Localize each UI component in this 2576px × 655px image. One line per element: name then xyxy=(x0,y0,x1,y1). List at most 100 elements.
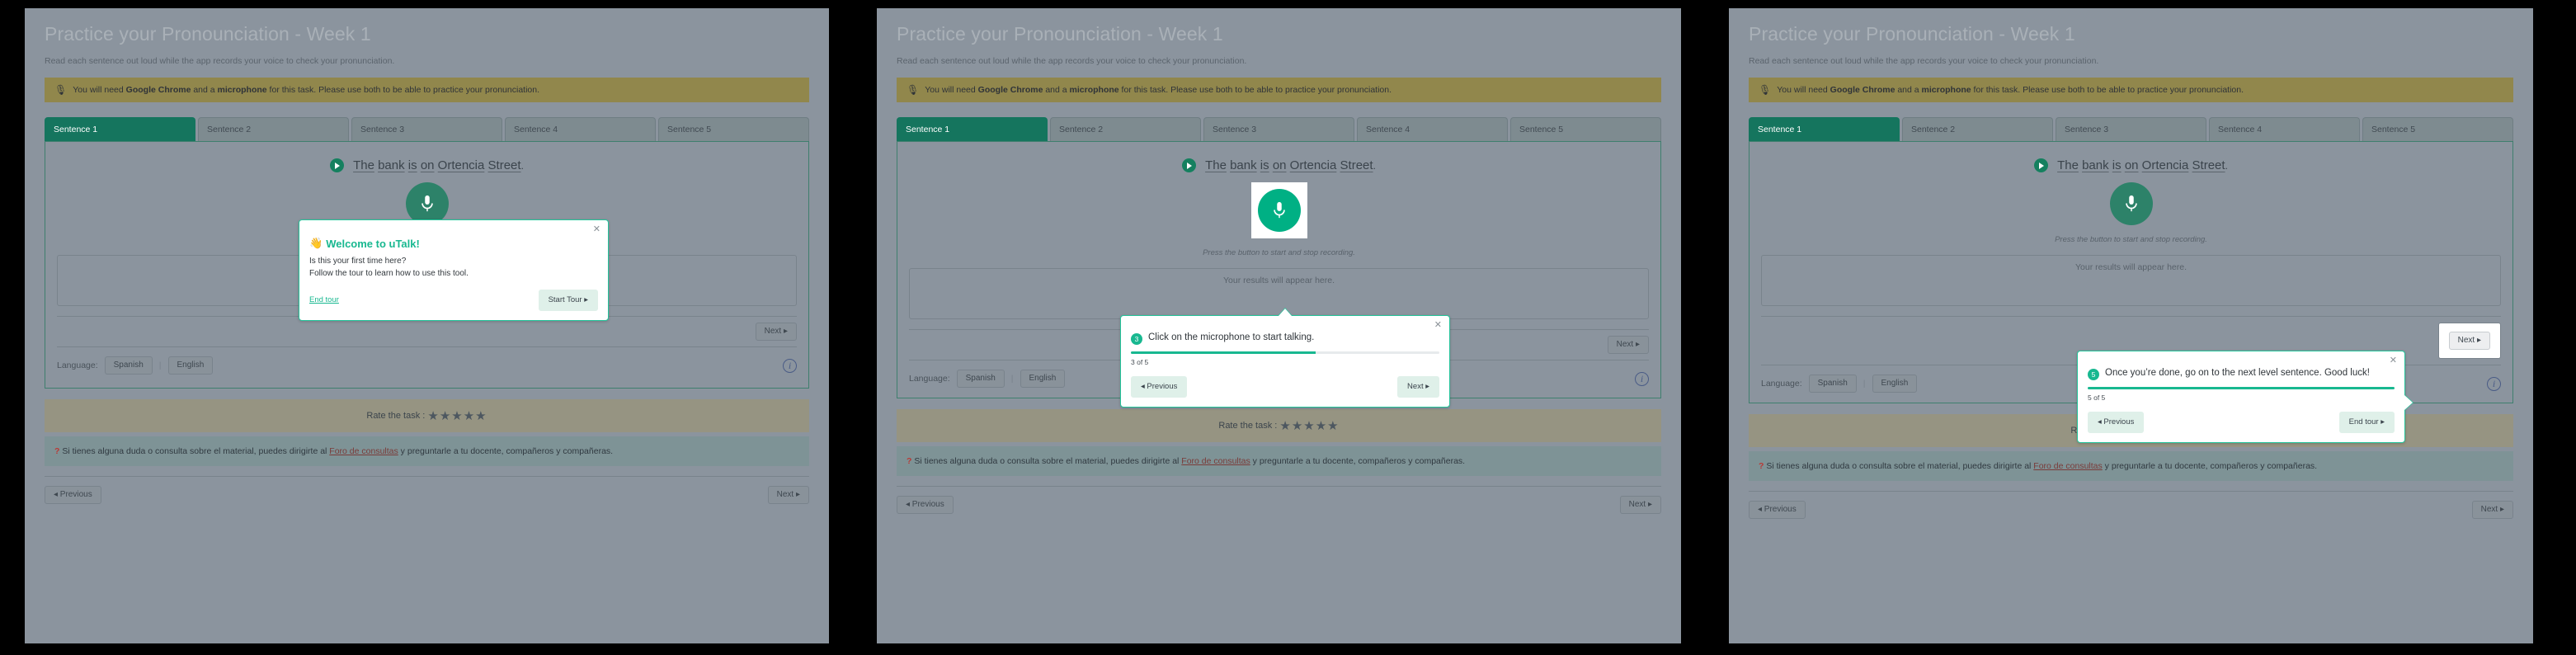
exercise-next-button[interactable]: Next ▸ xyxy=(2448,332,2490,350)
tab-sentence-4[interactable]: Sentence 4 xyxy=(505,117,656,141)
microphone-icon: 🎙 xyxy=(54,84,68,96)
tour-previous-button[interactable]: ◂ Previous xyxy=(2088,412,2145,433)
tour-end-tour-button[interactable]: End tour ▸ xyxy=(2338,412,2395,433)
language-option-english[interactable]: English xyxy=(1020,370,1066,388)
end-tour-link[interactable]: End tour xyxy=(309,295,339,304)
microphone-button[interactable] xyxy=(2109,182,2153,225)
tour-popup-step5: ✕ 5 Once you’re done, go on to the next … xyxy=(2077,351,2413,443)
info-icon[interactable]: i xyxy=(783,358,797,373)
tab-sentence-1[interactable]: Sentence 1 xyxy=(1749,117,1900,141)
footer-nav: ◂ Previous Next ▸ xyxy=(45,476,809,504)
sentence-text: The bank is on Ortencia Street. xyxy=(2057,158,2228,172)
footer-nav: ◂ Previous Next ▸ xyxy=(1749,491,2513,519)
rating-stars[interactable]: ★★★★★ xyxy=(427,409,487,423)
sentence-tabs[interactable]: Sentence 1 Sentence 2 Sentence 3 Sentenc… xyxy=(45,117,809,141)
info-icon[interactable]: i xyxy=(2487,376,2501,391)
language-label: Language: xyxy=(1761,379,1802,389)
waving-hand-icon: 👋 xyxy=(309,237,323,249)
sentence-text: The bank is on Ortencia Street. xyxy=(353,158,524,172)
forum-link[interactable]: Foro de consultas xyxy=(329,446,398,456)
sentence-tabs[interactable]: Sentence 1 Sentence 2 Sentence 3 Sentenc… xyxy=(897,117,1661,141)
tour-step5-head: 5 Once you’re done, go on to the next le… xyxy=(2088,367,2395,380)
tour-progress-fill xyxy=(2088,387,2395,389)
footer-next-button[interactable]: Next ▸ xyxy=(767,486,809,504)
results-placeholder: Your results will appear here. xyxy=(2074,262,2187,272)
tour-welcome-actions: End tour Start Tour ▸ xyxy=(309,290,598,311)
info-icon[interactable]: i xyxy=(1635,371,1649,386)
requirements-notice: 🎙 You will need Google Chrome and a micr… xyxy=(897,78,1661,102)
sentence-tabs[interactable]: Sentence 1 Sentence 2 Sentence 3 Sentenc… xyxy=(1749,117,2513,141)
tour-welcome-title-row: 👋 Welcome to uTalk! xyxy=(309,237,598,250)
tab-sentence-5[interactable]: Sentence 5 xyxy=(2362,117,2513,141)
rate-task-label: Rate the task : xyxy=(1218,421,1278,431)
play-circle-icon[interactable] xyxy=(2034,158,2049,172)
close-icon[interactable]: ✕ xyxy=(2390,356,2397,365)
sentence-row: The bank is on Ortencia Street. xyxy=(909,158,1649,172)
tab-sentence-3[interactable]: Sentence 3 xyxy=(1203,117,1354,141)
page-subtitle: Read each sentence out loud while the ap… xyxy=(897,56,1247,66)
panel-welcome: Practice your Pronounciation - Week 1 Re… xyxy=(0,0,852,655)
tour-progress-label: 3 of 5 xyxy=(1131,358,1149,366)
notice-text: You will need Google Chrome and a microp… xyxy=(1777,85,2244,95)
footer-previous-button[interactable]: ◂ Previous xyxy=(45,486,101,504)
start-tour-button[interactable]: Start Tour ▸ xyxy=(538,290,598,311)
play-circle-icon[interactable] xyxy=(330,158,345,172)
close-icon[interactable]: ✕ xyxy=(593,225,600,234)
page-title: Practice your Pronounciation - Week 1 xyxy=(1749,23,2075,45)
results-placeholder: Your results will appear here. xyxy=(1222,276,1335,285)
tour-step-number: 3 xyxy=(1131,333,1142,345)
tab-sentence-3[interactable]: Sentence 3 xyxy=(351,117,502,141)
language-option-english[interactable]: English xyxy=(1872,375,1918,393)
tour-step3-head: 3 Click on the microphone to start talki… xyxy=(1131,332,1439,345)
tab-sentence-4[interactable]: Sentence 4 xyxy=(2209,117,2360,141)
forum-link[interactable]: Foro de consultas xyxy=(2033,461,2102,471)
sentence-row: The bank is on Ortencia Street. xyxy=(57,158,797,172)
language-option-spanish[interactable]: Spanish xyxy=(956,370,1005,388)
tab-sentence-2[interactable]: Sentence 2 xyxy=(1050,117,1201,141)
tab-sentence-5[interactable]: Sentence 5 xyxy=(1510,117,1661,141)
play-circle-icon[interactable] xyxy=(1182,158,1197,172)
tab-sentence-4[interactable]: Sentence 4 xyxy=(1357,117,1508,141)
footer-previous-button[interactable]: ◂ Previous xyxy=(897,496,954,514)
screenshot-strip: Practice your Pronounciation - Week 1 Re… xyxy=(0,0,2576,655)
close-icon[interactable]: ✕ xyxy=(1434,321,1442,330)
microphone-icon xyxy=(1273,201,1285,219)
exercise-next-button-spotlight[interactable]: Next ▸ xyxy=(2437,323,2501,359)
tour-previous-button[interactable]: ◂ Previous xyxy=(1131,376,1188,398)
tab-sentence-2[interactable]: Sentence 2 xyxy=(198,117,349,141)
tab-sentence-2[interactable]: Sentence 2 xyxy=(1902,117,2053,141)
footer-previous-button[interactable]: ◂ Previous xyxy=(1749,501,1806,519)
language-label: Language: xyxy=(909,374,950,384)
tab-sentence-1[interactable]: Sentence 1 xyxy=(897,117,1048,141)
tour-welcome-body: Is this your first time here? Follow the… xyxy=(309,255,598,280)
tab-sentence-1[interactable]: Sentence 1 xyxy=(45,117,195,141)
tour-popup-welcome: ✕ 👋 Welcome to uTalk! Is this your first… xyxy=(299,219,609,321)
tour-welcome-title: Welcome to uTalk! xyxy=(326,237,420,250)
exercise-next-button[interactable]: Next ▸ xyxy=(755,323,797,341)
tour-step5-actions: ◂ Previous End tour ▸ xyxy=(2088,412,2395,433)
help-text-before: Si tienes alguna duda o consulta sobre e… xyxy=(1764,461,2034,471)
tour-next-button[interactable]: Next ▸ xyxy=(1397,376,1439,398)
language-option-english[interactable]: English xyxy=(167,356,214,375)
rating-stars[interactable]: ★★★★★ xyxy=(1279,419,1339,433)
tour-step-text: Once you’re done, go on to the next leve… xyxy=(2105,368,2370,378)
tab-sentence-5[interactable]: Sentence 5 xyxy=(658,117,809,141)
microphone-icon: 🎙 xyxy=(907,84,920,96)
forum-link[interactable]: Foro de consultas xyxy=(1181,456,1250,466)
tab-sentence-3[interactable]: Sentence 3 xyxy=(2056,117,2206,141)
footer-next-button[interactable]: Next ▸ xyxy=(2471,501,2513,519)
exercise-next-row: Next ▸ xyxy=(57,316,797,347)
footer-next-button[interactable]: Next ▸ xyxy=(1619,496,1661,514)
tour-popup-step3: ✕ 3 Click on the microphone to start tal… xyxy=(1120,309,1450,408)
language-option-spanish[interactable]: Spanish xyxy=(104,356,153,375)
tour-progress-label: 5 of 5 xyxy=(2088,393,2106,402)
tour-step-number: 5 xyxy=(2088,369,2099,380)
microphone-spotlight xyxy=(1250,182,1307,238)
app-window-1: Practice your Pronounciation - Week 1 Re… xyxy=(25,8,829,643)
language-row: Language: Spanish | English i xyxy=(57,356,797,375)
exercise-next-button[interactable]: Next ▸ xyxy=(1607,336,1649,354)
microphone-button[interactable] xyxy=(1257,189,1301,232)
language-option-spanish[interactable]: Spanish xyxy=(1808,375,1857,393)
footer-nav: ◂ Previous Next ▸ xyxy=(897,486,1661,514)
rate-task-label: Rate the task : xyxy=(366,411,426,421)
